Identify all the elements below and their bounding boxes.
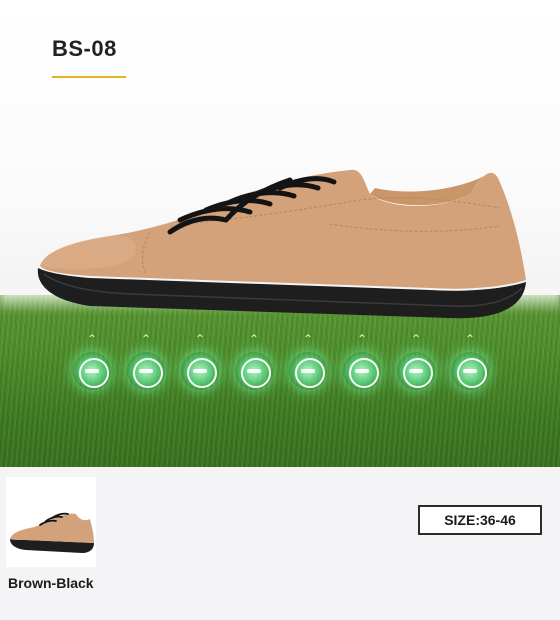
pressure-point-icon: ⌃	[340, 333, 384, 394]
size-range-badge: SIZE:36-46	[418, 505, 542, 535]
pressure-points: ⌃ ⌃ ⌃ ⌃ ⌃ ⌃ ⌃ ⌃	[0, 333, 560, 394]
pressure-point-icon: ⌃	[448, 333, 492, 394]
shoe-product-image	[30, 160, 530, 340]
pressure-point-icon: ⌃	[394, 333, 438, 394]
pressure-point-icon: ⌃	[124, 333, 168, 394]
variant-panel: Brown-Black SIZE:36-46	[0, 467, 560, 620]
pressure-point-icon: ⌃	[70, 333, 114, 394]
variant-shoe-thumbnail-image	[10, 512, 94, 553]
pressure-point-icon: ⌃	[178, 333, 222, 394]
shoe-illustration	[37, 169, 526, 319]
product-model-title: BS-08	[52, 36, 117, 61]
pressure-point-icon: ⌃	[286, 333, 330, 394]
pressure-point-icon: ⌃	[232, 333, 276, 394]
title-underline	[52, 76, 126, 78]
variant-label: Brown-Black	[8, 575, 94, 591]
variant-thumbnail[interactable]	[6, 477, 96, 567]
